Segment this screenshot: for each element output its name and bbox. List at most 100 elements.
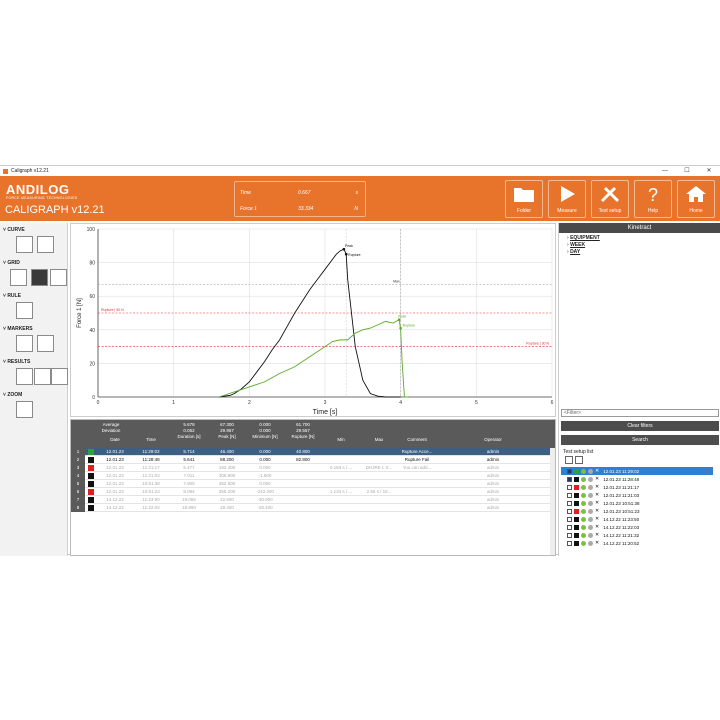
- curve-color-swatch[interactable]: [88, 449, 94, 455]
- search-button[interactable]: Search: [561, 435, 719, 445]
- chart-svg[interactable]: 0 20 40 60 80 100 0 1 2 3 4 5 6 Time [s] Force 1 [N] Ru…: [71, 224, 557, 418]
- tree-item-day[interactable]: › DAY: [567, 249, 712, 256]
- col-comment[interactable]: Comment: [397, 437, 437, 442]
- curve-color-swatch[interactable]: [574, 540, 579, 546]
- select-all-checkbox[interactable]: [565, 456, 573, 464]
- section-results[interactable]: ˅ RESULTS: [3, 359, 30, 365]
- test-checkbox[interactable]: [567, 484, 572, 490]
- info-icon[interactable]: [588, 492, 593, 498]
- test-checkbox[interactable]: [567, 540, 572, 546]
- marker-edit-button[interactable]: [37, 335, 54, 352]
- row-number[interactable]: 6: [71, 488, 85, 496]
- folder-button[interactable]: Folder: [505, 180, 543, 218]
- close-button[interactable]: ✕: [698, 166, 720, 176]
- table-row[interactable]: 3 12.01.23 11:21:17 6.477 183.400 0.000 0.183 …: [71, 464, 555, 472]
- section-zoom[interactable]: ˅ ZOOM: [3, 392, 22, 398]
- info-icon[interactable]: [588, 476, 593, 482]
- curve-color-swatch[interactable]: [88, 481, 94, 487]
- row-number[interactable]: 5: [71, 480, 85, 488]
- delete-icon[interactable]: ✕: [595, 540, 599, 546]
- test-checkbox[interactable]: [567, 524, 572, 530]
- minimize-button[interactable]: —: [654, 166, 676, 176]
- curve-color-swatch[interactable]: [574, 508, 579, 514]
- delete-icon[interactable]: ✕: [595, 508, 599, 514]
- section-rule[interactable]: ˅ RULE: [3, 293, 21, 299]
- delete-icon[interactable]: ✕: [595, 492, 599, 498]
- maximize-button[interactable]: ☐: [676, 166, 698, 176]
- info-icon[interactable]: [588, 468, 593, 474]
- info-icon[interactable]: [588, 540, 593, 546]
- delete-icon[interactable]: ✕: [595, 484, 599, 490]
- delete-icon[interactable]: ✕: [595, 476, 599, 482]
- grid-layout-button[interactable]: [10, 269, 27, 286]
- test-checkbox[interactable]: [567, 532, 572, 538]
- col-date[interactable]: Date: [95, 437, 135, 442]
- section-grid[interactable]: ˅ GRID: [3, 260, 20, 266]
- test-list-item[interactable]: ✕ 12.01.23 10:51:23: [561, 507, 713, 515]
- test-list-item[interactable]: ✕ 14.12.22 11:21:32: [561, 531, 713, 539]
- help-button[interactable]: ? Help: [634, 180, 672, 218]
- info-icon[interactable]: [588, 508, 593, 514]
- info-icon[interactable]: [588, 484, 593, 490]
- deselect-all-checkbox[interactable]: [575, 456, 583, 464]
- info-icon[interactable]: [588, 516, 593, 522]
- section-markers[interactable]: ˅ MARKERS: [3, 326, 33, 332]
- marker-add-button[interactable]: [16, 335, 33, 352]
- table-scrollbar[interactable]: [550, 448, 555, 555]
- test-checkbox[interactable]: [567, 508, 572, 514]
- col-time[interactable]: Time: [133, 437, 169, 442]
- delete-icon[interactable]: ✕: [595, 532, 599, 538]
- results-chart-button[interactable]: [16, 368, 33, 385]
- tree-item-equipment[interactable]: › EQUIPMENT: [567, 235, 712, 242]
- table-row[interactable]: 5 12.01.23 10:51:38 7.905 452.800 0.000 admin: [71, 480, 555, 488]
- curve-color-swatch[interactable]: [574, 484, 579, 490]
- force-chart[interactable]: 0 20 40 60 80 100 0 1 2 3 4 5 6 Time [s] Force 1 [N] Ru…: [70, 223, 556, 417]
- test-checkbox[interactable]: [567, 516, 572, 522]
- test-list-item[interactable]: ✕ 12.01.23 11:21:03: [561, 491, 713, 499]
- curve-color-swatch[interactable]: [88, 465, 94, 471]
- delete-icon[interactable]: ✕: [595, 500, 599, 506]
- row-number[interactable]: 3: [71, 464, 85, 472]
- home-button[interactable]: Home: [677, 180, 715, 218]
- section-curve[interactable]: ˅ CURVE: [3, 227, 25, 233]
- table-row[interactable]: 4 12.01.23 11:21:03 7.011 305.900 -1.800 admin: [71, 472, 555, 480]
- row-number[interactable]: 2: [71, 456, 85, 464]
- grid-split-button[interactable]: [50, 269, 67, 286]
- test-list-item[interactable]: ✕ 14.12.22 11:20:52: [561, 539, 713, 547]
- test-setup-button[interactable]: Test setup: [591, 180, 629, 218]
- curve-overlay-button[interactable]: [37, 236, 54, 253]
- test-checkbox[interactable]: [567, 468, 572, 474]
- col-rupture[interactable]: Rupture [N]: [285, 434, 321, 439]
- row-number[interactable]: 7: [71, 496, 85, 504]
- col-minimum[interactable]: Minimum [N]: [247, 434, 283, 439]
- table-row[interactable]: 2 12.01.23 11:28:48 5.641 88.200 0.000 82.800 R…: [71, 456, 555, 464]
- curve-color-swatch[interactable]: [574, 516, 579, 522]
- col-peak[interactable]: Peak [N]: [209, 434, 245, 439]
- filter-input[interactable]: <Filter>: [561, 409, 719, 417]
- rule-button[interactable]: [16, 302, 33, 319]
- table-row[interactable]: 1 12.01.23 11:29:02 5.714 46.400 0.000 40.800 R…: [71, 448, 555, 456]
- row-number[interactable]: 8: [71, 504, 85, 512]
- curve-color-swatch[interactable]: [574, 524, 579, 530]
- curve-color-swatch[interactable]: [574, 468, 579, 474]
- test-checkbox[interactable]: [567, 500, 572, 506]
- grid-table-button[interactable]: [31, 269, 48, 286]
- curve-color-swatch[interactable]: [88, 473, 94, 479]
- curve-color-swatch[interactable]: [88, 497, 94, 503]
- info-icon[interactable]: [588, 500, 593, 506]
- row-number[interactable]: 4: [71, 472, 85, 480]
- test-list-item[interactable]: ✕ 14.12.22 11:23:50: [561, 515, 713, 523]
- clear-filters-button[interactable]: Clear filters: [561, 421, 719, 431]
- table-row[interactable]: 7 14.12.22 11:23:50 19.066 22.600 -30.000 admi…: [71, 496, 555, 504]
- col-max[interactable]: Max: [361, 437, 397, 442]
- info-icon[interactable]: [588, 532, 593, 538]
- delete-icon[interactable]: ✕: [595, 468, 599, 474]
- curve-select-button[interactable]: [16, 236, 33, 253]
- tree-item-week[interactable]: › WEEK: [567, 242, 712, 249]
- test-list-item[interactable]: ✕ 12.01.23 11:28:48: [561, 475, 713, 483]
- curve-color-swatch[interactable]: [88, 457, 94, 463]
- curve-color-swatch[interactable]: [88, 489, 94, 495]
- results-stats-button[interactable]: [51, 368, 68, 385]
- curve-color-swatch[interactable]: [574, 476, 579, 482]
- curve-color-swatch[interactable]: [574, 532, 579, 538]
